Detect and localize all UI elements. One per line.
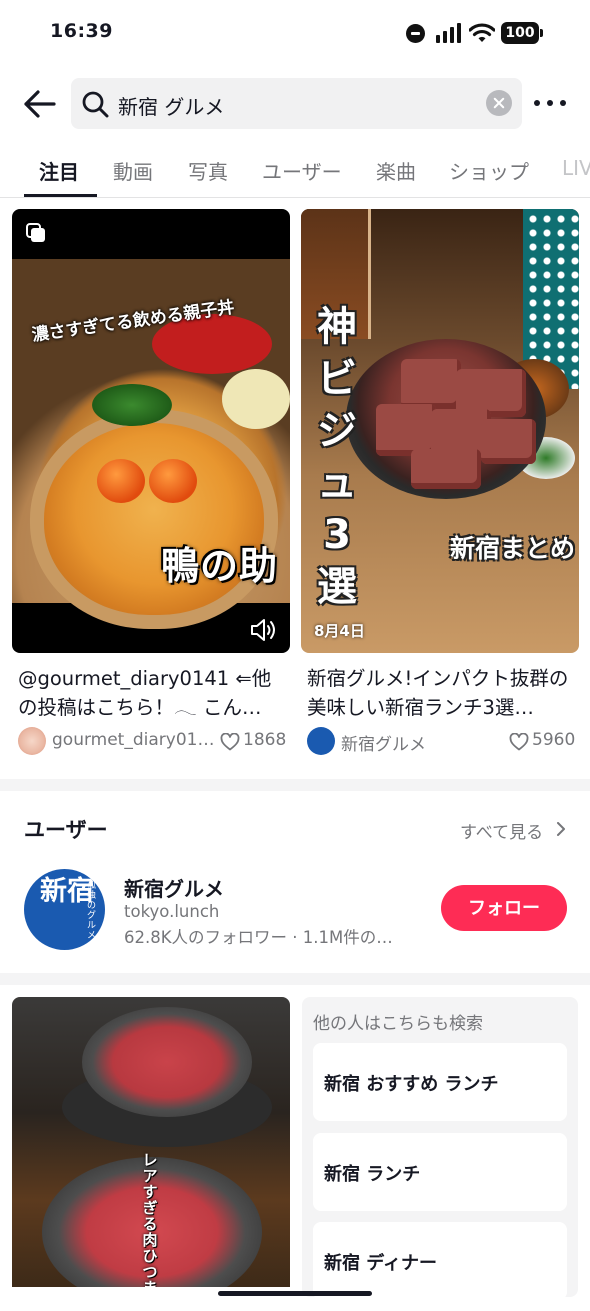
related-search-label: 新宿 ディナー bbox=[324, 1253, 438, 1274]
tab-featured[interactable]: 注目 bbox=[39, 156, 79, 185]
author-name[interactable]: gourmet_diary01… bbox=[52, 730, 214, 750]
do-not-disturb-icon bbox=[406, 24, 425, 43]
video-meta: 新宿グルメ 5960 bbox=[307, 727, 579, 755]
section-divider bbox=[0, 779, 590, 791]
users-section-heading: ユーザー bbox=[24, 818, 108, 842]
related-searches-heading: 他の人はこちらも検索 bbox=[313, 1014, 483, 1034]
related-search-item[interactable]: 新宿 おすすめ ランチ bbox=[313, 1043, 567, 1121]
search-input[interactable]: 新宿 グルメ bbox=[118, 91, 224, 120]
home-indicator[interactable] bbox=[218, 1291, 372, 1296]
follow-button[interactable]: フォロー bbox=[441, 885, 567, 931]
related-searches-panel: 他の人はこちらも検索 新宿 おすすめ ランチ 新宿 ランチ 新宿 ディナー bbox=[302, 997, 578, 1300]
thumbnail-vertical-text: レアすぎる肉ひつま bbox=[142, 1151, 158, 1287]
related-search-label: 新宿 おすすめ ランチ bbox=[324, 1074, 499, 1095]
tab-users[interactable]: ユーザー bbox=[262, 156, 342, 185]
heart-icon[interactable] bbox=[509, 733, 529, 751]
see-all-link[interactable]: すべて見る bbox=[460, 818, 543, 843]
thumbnail-subtitle: 新宿まとめ bbox=[449, 534, 575, 563]
video-thumbnail[interactable]: 濃さすぎてる飲める親子丼 鴨の助 bbox=[12, 209, 290, 653]
tab-videos[interactable]: 動画 bbox=[113, 156, 153, 185]
tab-photos[interactable]: 写真 bbox=[188, 156, 228, 185]
section-divider bbox=[0, 973, 590, 985]
video-meta: gourmet_diary01… 1868 bbox=[18, 727, 290, 755]
user-handle: tokyo.lunch bbox=[124, 902, 220, 921]
related-search-item[interactable]: 新宿 ランチ bbox=[313, 1133, 567, 1211]
user-avatar[interactable]: 新宿 孤独のグルメ bbox=[24, 869, 105, 950]
related-search-label: 新宿 ランチ bbox=[324, 1164, 421, 1185]
user-display-name[interactable]: 新宿グルメ bbox=[124, 873, 224, 902]
related-search-item[interactable]: 新宿 ディナー bbox=[313, 1222, 567, 1300]
battery-indicator: 100 bbox=[501, 22, 543, 44]
search-tabs: 注目 動画 写真 ユーザー 楽曲 ショップ LIVE bbox=[0, 148, 590, 198]
multi-image-icon bbox=[26, 223, 45, 242]
like-count: 1868 bbox=[243, 730, 287, 750]
avatar-small-text: 孤独のグルメ bbox=[87, 881, 97, 941]
video-date: 8月4日 bbox=[314, 622, 365, 640]
chevron-right-icon[interactable] bbox=[556, 822, 566, 836]
tab-live[interactable]: LIVE bbox=[562, 156, 590, 180]
tab-sounds[interactable]: 楽曲 bbox=[376, 156, 416, 185]
video-thumbnail[interactable]: レアすぎる肉ひつま bbox=[12, 997, 290, 1287]
sound-icon[interactable] bbox=[250, 617, 278, 643]
author-avatar[interactable] bbox=[18, 727, 46, 755]
user-stats: 62.8K人のフォロワー · 1.1M件の… bbox=[124, 928, 393, 947]
cellular-signal-icon bbox=[436, 23, 462, 43]
wifi-icon bbox=[469, 23, 495, 42]
like-count: 5960 bbox=[532, 730, 576, 750]
avatar-text: 新宿 bbox=[40, 876, 94, 907]
active-tab-indicator bbox=[24, 194, 97, 197]
back-arrow-icon[interactable] bbox=[22, 86, 58, 122]
search-bar[interactable]: 新宿 グルメ bbox=[71, 78, 522, 129]
search-icon bbox=[82, 91, 109, 118]
thumbnail-brand-text: 鴨の助 bbox=[160, 544, 278, 588]
video-thumbnail[interactable]: 神ビジュ3選 新宿まとめ 8月4日 bbox=[301, 209, 579, 653]
clear-search-icon[interactable] bbox=[486, 90, 512, 116]
author-name[interactable]: 新宿グルメ bbox=[341, 730, 426, 755]
video-title[interactable]: 新宿グルメ!インパクト抜群の美味しい新宿ランチ3選… bbox=[307, 664, 579, 722]
status-time: 16:39 bbox=[50, 20, 113, 42]
author-avatar[interactable] bbox=[307, 727, 335, 755]
heart-icon[interactable] bbox=[220, 733, 240, 751]
more-options-icon[interactable] bbox=[534, 100, 566, 106]
thumbnail-vertical-text: 神ビジュ3選 bbox=[317, 304, 357, 610]
status-bar: 16:39 100 bbox=[0, 0, 590, 66]
tab-shop[interactable]: ショップ bbox=[449, 156, 529, 185]
video-title[interactable]: @gourmet_diary0141 ⇐他の投稿はこちら！𓂃 こん… bbox=[18, 664, 290, 722]
